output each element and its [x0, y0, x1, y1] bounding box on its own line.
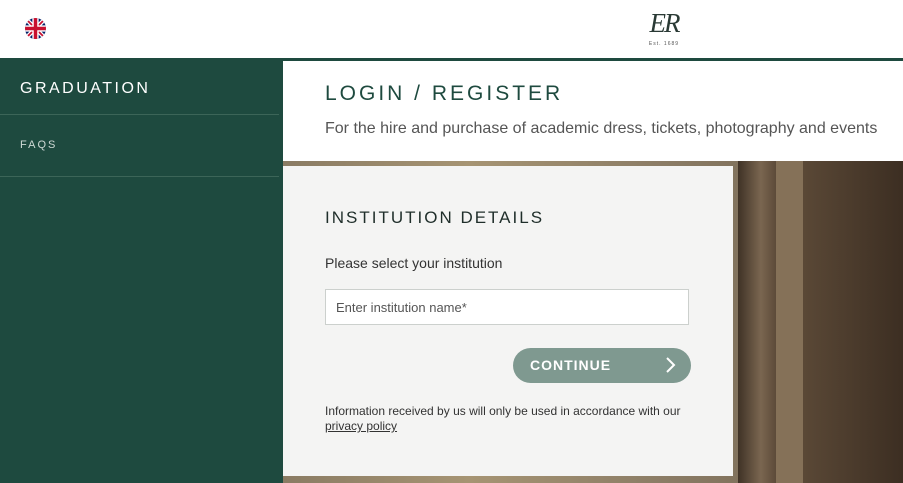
continue-button-label: CONTINUE — [530, 357, 612, 373]
sidebar-item-label: FAQS — [20, 139, 58, 151]
sidebar-item-graduation[interactable]: GRADUATION — [0, 61, 279, 115]
institution-details-card: INSTITUTION DETAILS Please select your i… — [283, 166, 733, 476]
sidebar: GRADUATION FAQS — [0, 61, 283, 483]
continue-button[interactable]: CONTINUE — [513, 348, 691, 383]
background-pillar — [803, 161, 903, 483]
uk-flag-icon[interactable] — [25, 18, 46, 39]
privacy-policy-link[interactable]: privacy policy — [325, 419, 397, 433]
background-stone — [776, 161, 803, 483]
page-header: LOGIN / REGISTER For the hire and purcha… — [283, 61, 903, 161]
privacy-notice: Information received by us will only be … — [325, 404, 705, 434]
top-bar: ER Est. 1689 — [0, 0, 903, 61]
page-title: LOGIN / REGISTER — [325, 82, 564, 105]
logo-established: Est. 1689 — [648, 41, 680, 47]
institution-label: Please select your institution — [325, 255, 503, 271]
sidebar-item-faqs[interactable]: FAQS — [0, 115, 279, 177]
card-title: INSTITUTION DETAILS — [325, 208, 545, 227]
sidebar-item-label: GRADUATION — [20, 80, 151, 97]
page-subtitle: For the hire and purchase of academic dr… — [325, 120, 878, 137]
logo[interactable]: ER Est. 1689 — [640, 6, 688, 52]
chevron-right-icon — [661, 356, 679, 374]
background-pillar — [738, 161, 776, 483]
logo-monogram: ER — [649, 8, 681, 38]
privacy-notice-text: Information received by us will only be … — [325, 404, 681, 418]
institution-name-input[interactable] — [325, 289, 689, 325]
